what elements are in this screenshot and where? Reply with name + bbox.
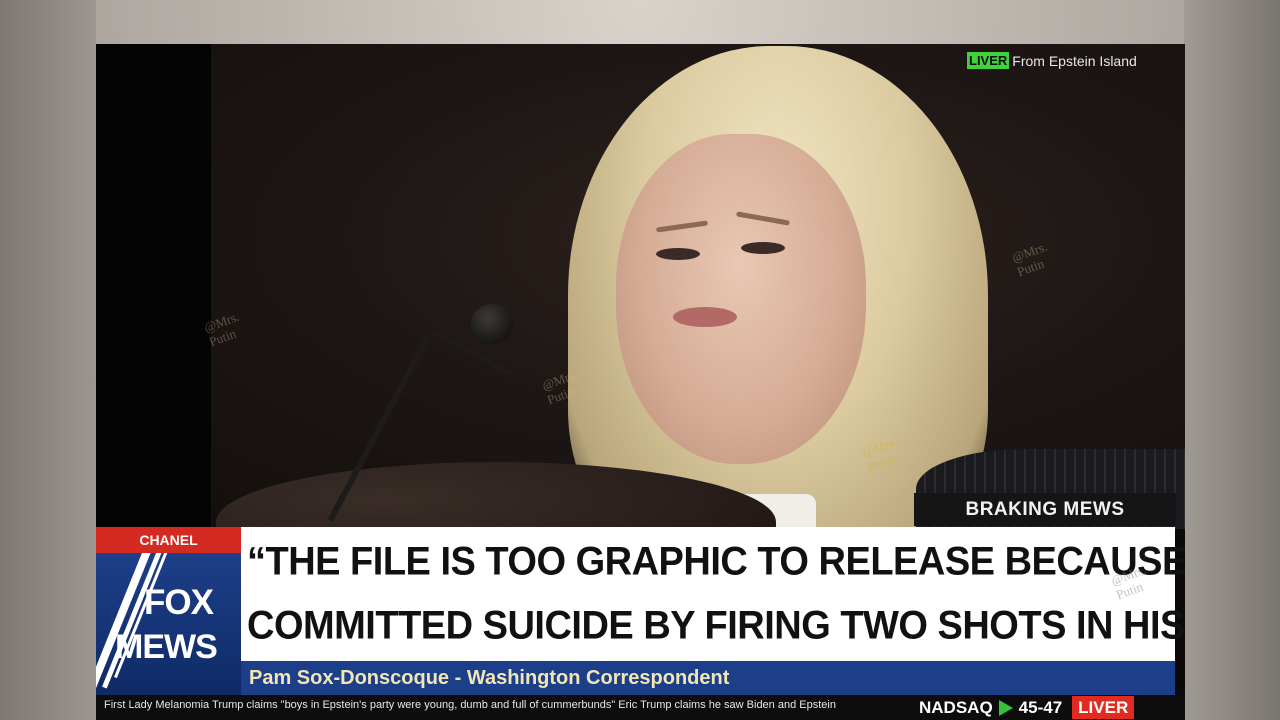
live-badge: LIVER bbox=[967, 52, 1010, 69]
headline-line-1: “THE FILE IS TOO GRAPHIC TO RELEASE BECA… bbox=[247, 539, 1185, 585]
channel-logo: FOX MEWS bbox=[96, 553, 241, 695]
news-frame: @Mrs. Putin @Mrs. Putin @Mrs. Putin @Mrs… bbox=[96, 44, 1185, 720]
market-ticker: NADSAQ 45-47 LIVER bbox=[913, 695, 1135, 720]
section-tag: BRAKING MEWS bbox=[914, 493, 1176, 526]
channel-label: CHANEL bbox=[96, 527, 241, 553]
news-photo: @Mrs. Putin @Mrs. Putin @Mrs. Putin @Mrs… bbox=[96, 44, 1185, 529]
blurred-background-right bbox=[1184, 0, 1280, 720]
left-eye bbox=[656, 248, 700, 260]
live-label: LIVER bbox=[1072, 696, 1135, 719]
logo-text-top: FOX bbox=[144, 583, 214, 622]
headline-box: “THE FILE IS TOO GRAPHIC TO RELEASE BECA… bbox=[241, 527, 1185, 661]
live-location: From Epstein Island bbox=[1012, 52, 1137, 69]
microphone-head bbox=[471, 304, 513, 344]
up-arrow-icon bbox=[998, 699, 1013, 716]
blurred-background-left bbox=[0, 0, 96, 720]
headline-line-2: COMMITTED SUICIDE BY FIRING TWO SHOTS IN… bbox=[247, 603, 1185, 649]
byline: Pam Sox-Donscoque - Washington Correspon… bbox=[241, 661, 1175, 695]
news-ticker: First Lady Melanomia Trump claims "boys … bbox=[96, 695, 1185, 720]
person-lips bbox=[673, 307, 737, 327]
photo-shadow bbox=[96, 44, 211, 529]
right-eye bbox=[741, 242, 785, 254]
live-indicator: LIVER From Epstein Island bbox=[967, 52, 1137, 69]
watermark: @Mrs. Putin bbox=[1009, 238, 1050, 280]
logo-text-bottom: MEWS bbox=[115, 628, 218, 666]
market-value: 45-47 bbox=[1018, 697, 1063, 717]
ticker-text: First Lady Melanomia Trump claims "boys … bbox=[104, 699, 836, 711]
market-symbol: NADSAQ bbox=[919, 697, 993, 717]
person-face bbox=[616, 134, 866, 464]
